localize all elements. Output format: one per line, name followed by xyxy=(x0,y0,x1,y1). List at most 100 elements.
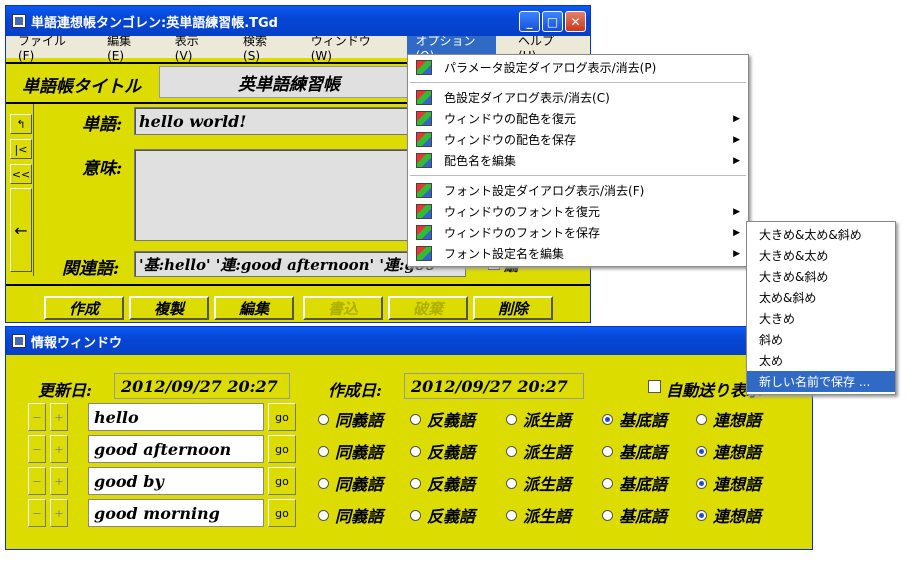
menu-item-save-color[interactable]: ウィンドウの配色を保存 ▶ xyxy=(408,129,748,150)
maximize-button[interactable]: □ xyxy=(542,11,563,32)
row-minus-button[interactable]: − xyxy=(28,403,46,431)
relation-radio[interactable]: 連想語 xyxy=(696,503,761,527)
info-titlebar[interactable]: 情報ウィンドウ xyxy=(6,327,812,355)
relation-radio[interactable]: 派生語 xyxy=(506,471,571,495)
nav-back-button[interactable]: ← xyxy=(10,188,32,272)
submenu-item-large-italic[interactable]: 大きめ&斜め xyxy=(747,266,895,287)
auto-advance-checkbox[interactable] xyxy=(648,380,661,393)
radio-circle-icon xyxy=(318,445,329,457)
radio-circle-icon xyxy=(696,445,707,457)
related-word-field[interactable]: good by xyxy=(88,467,264,495)
submenu-item-save-new-name[interactable]: 新しい名前で保存 ... xyxy=(747,371,895,392)
main-titlebar[interactable]: 単語連想帳タンゴレン:英単語練習帳.TGd _ □ ✕ xyxy=(6,6,590,36)
relation-label: 連想語 xyxy=(713,475,762,494)
related-word-field[interactable]: hello xyxy=(88,403,264,431)
submenu-item-bold-italic[interactable]: 太め&斜め xyxy=(747,287,895,308)
relation-radio[interactable]: 同義語 xyxy=(318,471,383,495)
relation-label: 反義語 xyxy=(427,475,476,494)
relation-radio[interactable]: 派生語 xyxy=(506,503,571,527)
relation-radio[interactable]: 反義語 xyxy=(410,471,475,495)
info-app-icon xyxy=(12,334,26,348)
submenu-item-large[interactable]: 大きめ xyxy=(747,308,895,329)
submenu-item-italic[interactable]: 斜め xyxy=(747,329,895,350)
menu-item-restore-font[interactable]: ウィンドウのフォントを復元 ▶ xyxy=(408,201,748,222)
go-button[interactable]: go xyxy=(268,499,296,527)
font-icon xyxy=(416,183,432,198)
create-button[interactable]: 作成 xyxy=(44,296,124,320)
menu-item-color-dialog[interactable]: 色設定ダイアログ表示/消去(C) xyxy=(408,87,748,108)
row-minus-button[interactable]: − xyxy=(28,467,46,495)
radio-circle-icon xyxy=(696,509,707,521)
row-minus-button[interactable]: − xyxy=(28,435,46,463)
relation-radio[interactable]: 同義語 xyxy=(318,407,383,431)
relation-radio[interactable]: 基底語 xyxy=(602,471,667,495)
created-label: 作成日: xyxy=(328,381,382,400)
menu-item-parameter-dialog[interactable]: パラメータ設定ダイアログ表示/消去(P) xyxy=(408,57,748,78)
created-text: 2012/09/27 20:27 xyxy=(411,376,568,396)
edit-button[interactable]: 編集 xyxy=(214,296,294,320)
copy-button[interactable]: 複製 xyxy=(129,296,209,320)
go-button[interactable]: go xyxy=(268,467,296,495)
menu-item-edit-color-name[interactable]: 配色名を編集 ▶ xyxy=(408,150,748,171)
row-plus-button[interactable]: + xyxy=(50,403,68,431)
row-minus-button[interactable]: − xyxy=(28,499,46,527)
nav-first-button[interactable]: |< xyxy=(10,139,32,159)
close-button[interactable]: ✕ xyxy=(565,11,586,32)
menu-item-edit-font-name[interactable]: フォント設定名を編集 ▶ xyxy=(408,243,748,264)
restore-color-icon xyxy=(416,111,432,126)
book-title-field[interactable]: 英単語練習帳 xyxy=(159,66,419,98)
meaning-label: 意味: xyxy=(82,159,123,179)
relation-label: 同義語 xyxy=(335,411,384,430)
radio-circle-icon xyxy=(602,413,613,425)
save-font-icon xyxy=(416,225,432,240)
delete-button[interactable]: 削除 xyxy=(473,296,553,320)
row-plus-button[interactable]: + xyxy=(50,467,68,495)
submenu-item-large-bold[interactable]: 大きめ&太め xyxy=(747,245,895,266)
relation-radio[interactable]: 派生語 xyxy=(506,439,571,463)
relation-radio[interactable]: 同義語 xyxy=(318,503,383,527)
menu-item-save-font[interactable]: ウィンドウのフォントを保存 ▶ xyxy=(408,222,748,243)
parameter-icon xyxy=(416,60,432,75)
nav-prev-fast-button[interactable]: << xyxy=(10,164,32,184)
go-button[interactable]: go xyxy=(268,403,296,431)
word-text: hello world! xyxy=(139,111,247,131)
relation-radio[interactable]: 基底語 xyxy=(602,407,667,431)
radio-circle-icon xyxy=(696,477,707,489)
relation-radio[interactable]: 反義語 xyxy=(410,407,475,431)
relation-radio[interactable]: 反義語 xyxy=(410,439,475,463)
related-word-field[interactable]: good morning xyxy=(88,499,264,527)
relation-radio[interactable]: 連想語 xyxy=(696,407,761,431)
submenu-item-large-bold-italic[interactable]: 大きめ&太め&斜め xyxy=(747,224,895,245)
menu-item-font-dialog[interactable]: フォント設定ダイアログ表示/消去(F) xyxy=(408,180,748,201)
row-plus-button[interactable]: + xyxy=(50,435,68,463)
relation-label: 反義語 xyxy=(427,443,476,462)
relation-radio[interactable]: 反義語 xyxy=(410,503,475,527)
relation-radio[interactable]: 基底語 xyxy=(602,439,667,463)
relation-radio[interactable]: 連想語 xyxy=(696,439,761,463)
relation-radio[interactable]: 基底語 xyxy=(602,503,667,527)
row-plus-button[interactable]: + xyxy=(50,499,68,527)
relation-radio[interactable]: 派生語 xyxy=(506,407,571,431)
word-label: 単語: xyxy=(82,115,123,135)
discard-button[interactable]: 破棄 xyxy=(388,296,468,320)
related-label: 関連語: xyxy=(62,259,120,279)
option-menu: パラメータ設定ダイアログ表示/消去(P) 色設定ダイアログ表示/消去(C) ウィ… xyxy=(407,54,749,267)
go-button[interactable]: go xyxy=(268,435,296,463)
relation-radio[interactable]: 連想語 xyxy=(696,471,761,495)
font-submenu: 大きめ&太め&斜め 大きめ&太め 大きめ&斜め 太め&斜め 大きめ 斜め 太め … xyxy=(746,221,896,395)
relation-label: 派生語 xyxy=(523,443,572,462)
related-word-field[interactable]: good afternoon xyxy=(88,435,264,463)
related-text: '基:hello' '連:good afternoon' '連:goo xyxy=(139,255,435,274)
minimize-button[interactable]: _ xyxy=(519,11,540,32)
updated-field: 2012/09/27 20:27 xyxy=(114,373,290,399)
write-button[interactable]: 書込 xyxy=(303,296,383,320)
related-word-text: hello xyxy=(94,407,139,427)
nav-return-button[interactable]: ↰ xyxy=(10,114,32,134)
submenu-item-bold[interactable]: 太め xyxy=(747,350,895,371)
submenu-arrow-icon: ▶ xyxy=(733,248,740,259)
submenu-arrow-icon: ▶ xyxy=(733,227,740,238)
main-title: 単語連想帳タンゴレン:英単語練習帳.TGd xyxy=(31,15,278,31)
radio-circle-icon xyxy=(506,413,517,425)
relation-radio[interactable]: 同義語 xyxy=(318,439,383,463)
menu-item-restore-color[interactable]: ウィンドウの配色を復元 ▶ xyxy=(408,108,748,129)
